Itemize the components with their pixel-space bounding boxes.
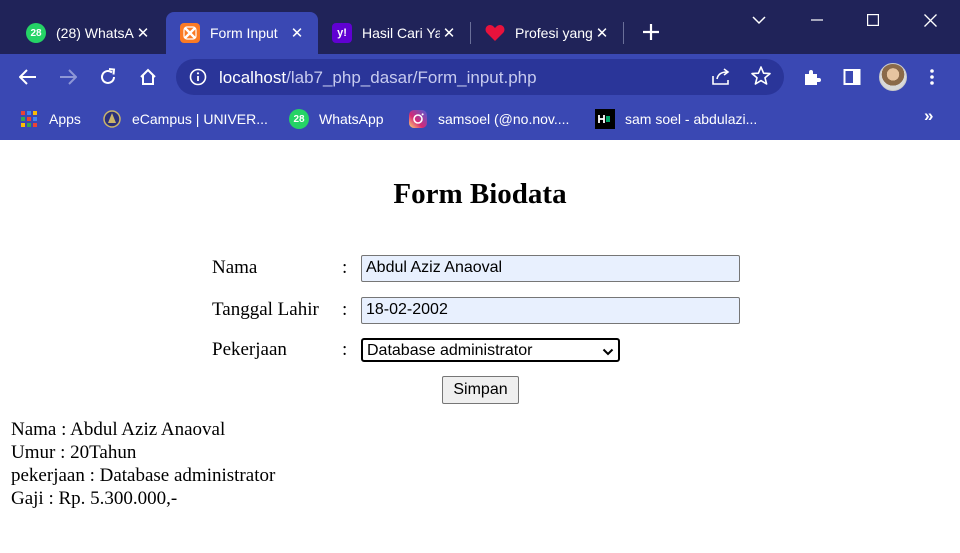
colon: : (342, 339, 348, 360)
bookmark-instagram[interactable]: samsoel (@no.nov.... (408, 108, 569, 130)
instagram-icon (408, 109, 428, 129)
tab-title: (28) WhatsApp (56, 25, 134, 41)
form-row-tanggal-lahir: Tanggal Lahir : (212, 296, 740, 324)
result-pekerjaan: pekerjaan : Database administrator (11, 465, 276, 486)
result-umur: Umur : 20Tahun (11, 442, 137, 463)
form-row-pekerjaan: Pekerjaan : Database administrator (212, 336, 620, 364)
bookmark-ecampus[interactable]: eCampus | UNIVER... (102, 108, 268, 130)
simpan-button[interactable]: Simpan (442, 376, 519, 404)
colon: : (342, 257, 348, 278)
whatsapp-icon: 28 (26, 23, 46, 43)
tanggal-lahir-label: Tanggal Lahir (212, 299, 319, 320)
tab-separator (623, 22, 624, 44)
side-panel-button[interactable] (838, 63, 866, 91)
medium-icon (595, 109, 615, 129)
bookmark-label: samsoel (@no.nov.... (438, 111, 570, 127)
url-path: /lab7_php_dasar/Form_input.php (286, 68, 537, 87)
share-icon[interactable] (710, 67, 732, 92)
form-row-nama: Nama : (212, 254, 740, 282)
tab-strip: 28 (28) WhatsApp ✕ Form Input ✕ y! Hasil… (0, 0, 960, 54)
forward-button[interactable] (53, 62, 83, 92)
bookmark-label: eCampus | UNIVER... (132, 111, 268, 127)
profile-avatar[interactable] (879, 63, 907, 91)
tab-title: Form Input (210, 25, 278, 41)
tab-search-button[interactable] (736, 0, 782, 40)
nama-input[interactable] (361, 254, 740, 282)
url-text: localhost/lab7_php_dasar/Form_input.php (219, 68, 537, 88)
page-content: Form Biodata Nama : Tanggal Lahir : Peke… (0, 140, 960, 553)
result-nama: Nama : Abdul Aziz Anaoval (11, 419, 226, 440)
extensions-button[interactable] (798, 63, 826, 91)
bookmark-label: sam soel - abdulazi... (625, 111, 758, 127)
page-title: Form Biodata (393, 178, 567, 210)
yahoo-icon: y! (332, 23, 352, 43)
xampp-icon (180, 23, 200, 43)
bookmarks-bar: Apps eCampus | UNIVER... 28 WhatsApp sam… (0, 100, 960, 140)
more-bookmarks-button[interactable]: » (924, 106, 933, 126)
bookmark-medium[interactable]: sam soel - abdulazi... (595, 108, 757, 130)
close-tab-icon[interactable]: ✕ (440, 23, 458, 43)
reload-button[interactable] (93, 62, 123, 92)
minimize-button[interactable] (794, 0, 840, 40)
close-tab-icon[interactable]: ✕ (593, 23, 611, 43)
url-host: localhost (219, 68, 287, 87)
maximize-button[interactable] (850, 0, 896, 40)
close-tab-icon[interactable]: ✕ (288, 23, 306, 43)
close-window-button[interactable] (907, 0, 953, 40)
nama-label: Nama (212, 257, 258, 278)
result-gaji: Gaji : Rp. 5.300.000,- (11, 488, 178, 509)
tab-yahoo[interactable]: y! Hasil Cari Yahoo ✕ (318, 12, 470, 54)
address-bar[interactable]: localhost/lab7_php_dasar/Form_input.php (176, 59, 784, 95)
apps-grid-icon (19, 109, 39, 129)
tab-profesi[interactable]: Profesi yang ✕ (471, 12, 623, 54)
bookmark-whatsapp[interactable]: 28 WhatsApp (289, 108, 384, 130)
result-output: Nama : Abdul Aziz Anaoval Umur : 20Tahun… (11, 418, 275, 510)
heart-icon (485, 23, 505, 43)
pekerjaan-select-wrapper: Database administrator (361, 338, 620, 362)
bookmark-apps[interactable]: Apps (19, 108, 81, 130)
back-button[interactable] (13, 62, 43, 92)
bookmark-star-icon[interactable] (750, 65, 772, 92)
browser-toolbar: localhost/lab7_php_dasar/Form_input.php (0, 54, 960, 100)
tanggal-lahir-input[interactable] (361, 296, 740, 324)
tab-form-input[interactable]: Form Input ✕ (166, 12, 318, 54)
new-tab-button[interactable] (637, 18, 665, 46)
ecampus-icon (102, 109, 122, 129)
bookmark-label: WhatsApp (319, 111, 384, 127)
tab-title: Hasil Cari Yahoo (362, 25, 440, 41)
pekerjaan-label: Pekerjaan (212, 339, 287, 360)
tab-title: Profesi yang (515, 25, 593, 41)
pekerjaan-select[interactable]: Database administrator (361, 338, 620, 362)
home-button[interactable] (133, 62, 163, 92)
whatsapp-icon: 28 (289, 109, 309, 129)
close-tab-icon[interactable]: ✕ (134, 23, 152, 43)
bookmark-label: Apps (49, 111, 81, 127)
colon: : (342, 299, 348, 320)
menu-button[interactable] (918, 63, 946, 91)
site-info-icon[interactable] (188, 67, 208, 87)
tab-whatsapp[interactable]: 28 (28) WhatsApp ✕ (12, 12, 164, 54)
